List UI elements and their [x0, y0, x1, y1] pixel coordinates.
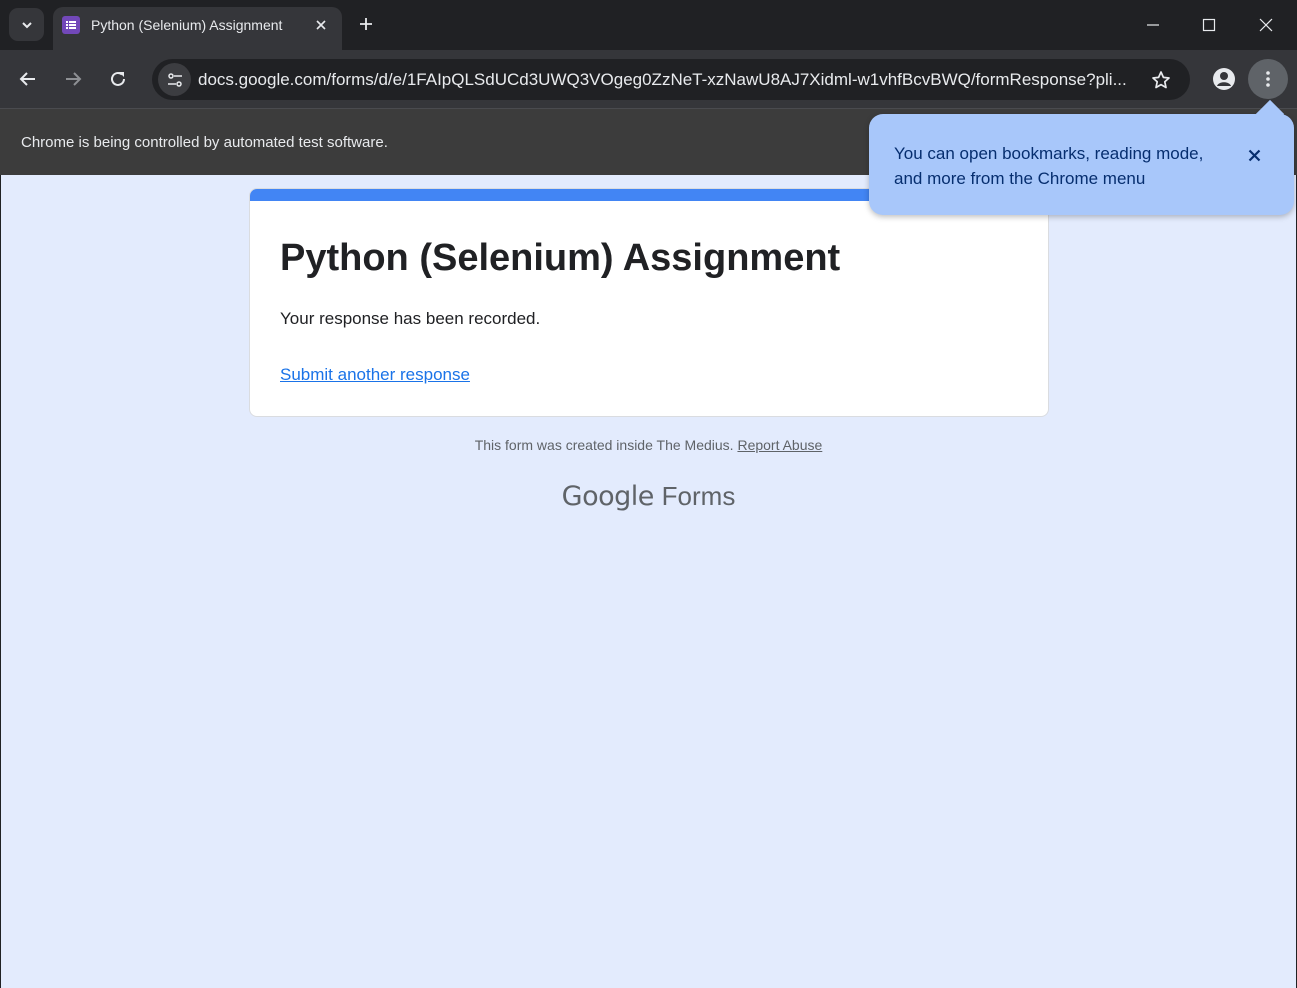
bookmark-button[interactable] — [1148, 67, 1174, 93]
reload-button[interactable] — [102, 63, 134, 95]
chevron-down-icon — [21, 21, 32, 28]
star-icon — [1152, 71, 1170, 89]
bubble-text: You can open bookmarks, reading mode, an… — [894, 144, 1204, 188]
google-forms-icon — [62, 16, 80, 34]
back-arrow-icon — [19, 72, 35, 86]
submit-another-link[interactable]: Submit another response — [280, 365, 470, 385]
footer-text: This form was created inside The Medius. — [474, 437, 734, 453]
forward-arrow-icon — [66, 72, 82, 86]
site-info-button[interactable] — [158, 63, 191, 96]
tune-icon — [167, 72, 182, 87]
minimize-icon — [1147, 24, 1159, 26]
confirmation-message: Your response has been recorded. — [280, 309, 541, 328]
tab-title: Python (Selenium) Assignment — [91, 17, 283, 33]
browser-toolbar: docs.google.com/forms/d/e/1FAIpQLSdUCd3U… — [0, 50, 1297, 108]
back-button[interactable] — [12, 63, 44, 95]
close-window-button[interactable] — [1246, 8, 1286, 42]
footer-note: This form was created inside The Medius.… — [1, 437, 1296, 453]
close-icon — [1259, 18, 1273, 32]
chrome-menu-button[interactable] — [1248, 59, 1288, 99]
google-forms-logo[interactable]: Google Forms — [1, 480, 1296, 512]
form-title: Python (Selenium) Assignment — [280, 237, 841, 279]
maximize-button[interactable] — [1189, 8, 1229, 42]
reload-icon — [111, 71, 125, 86]
url-text[interactable]: docs.google.com/forms/d/e/1FAIpQLSdUCd3U… — [198, 70, 1143, 90]
logo-google-text: Google — [561, 481, 655, 512]
tab-close-button[interactable] — [311, 15, 331, 35]
profile-button[interactable] — [1209, 64, 1239, 94]
minimize-button[interactable] — [1133, 8, 1173, 42]
bubble-close-button[interactable] — [1243, 144, 1265, 166]
page-content: Python (Selenium) Assignment Your respon… — [1, 175, 1296, 988]
more-vert-icon — [1266, 71, 1270, 87]
tab-strip: Python (Selenium) Assignment — [0, 0, 1297, 50]
infobar-message: Chrome is being controlled by automated … — [21, 134, 388, 151]
browser-tab[interactable]: Python (Selenium) Assignment — [53, 7, 342, 50]
close-icon — [1248, 149, 1260, 161]
tab-search-button[interactable] — [9, 8, 44, 41]
new-tab-button[interactable] — [354, 12, 378, 36]
logo-forms-text: Forms — [661, 481, 736, 511]
maximize-icon — [1202, 18, 1216, 32]
report-abuse-link[interactable]: Report Abuse — [737, 437, 822, 453]
plus-icon — [360, 18, 372, 30]
account-icon — [1213, 68, 1235, 90]
response-card: Python (Selenium) Assignment Your respon… — [249, 188, 1049, 417]
forward-button[interactable] — [57, 63, 89, 95]
close-icon — [316, 20, 326, 30]
address-bar[interactable]: docs.google.com/forms/d/e/1FAIpQLSdUCd3U… — [152, 59, 1190, 100]
menu-promo-bubble: You can open bookmarks, reading mode, an… — [869, 99, 1294, 215]
